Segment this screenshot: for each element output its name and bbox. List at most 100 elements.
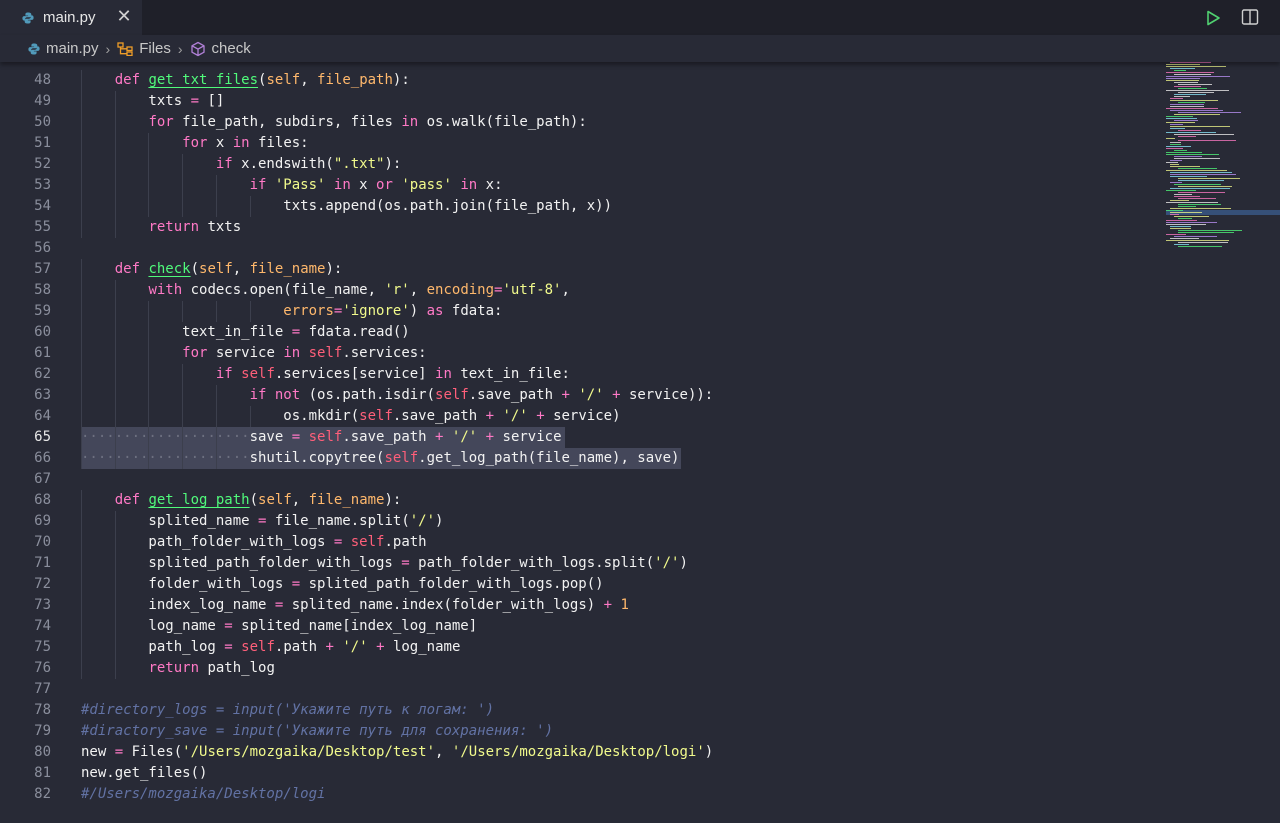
code-text: text_in_file = fdata.read() xyxy=(81,324,410,340)
line-number: 50 xyxy=(34,114,51,130)
code-line[interactable]: 82 #/Users/mozgaika/Desktop/logi xyxy=(0,784,1160,805)
code-text: #diractory_save = input('Укажите путь дл… xyxy=(81,723,554,739)
code-line[interactable]: 56 xyxy=(0,238,1160,259)
code-line[interactable]: 72 folder_with_logs = splited_path_folde… xyxy=(0,574,1160,595)
code-line[interactable]: 62 if self.services[service] in text_in_… xyxy=(0,364,1160,385)
code-line[interactable]: 60 text_in_file = fdata.read() xyxy=(0,322,1160,343)
code-line[interactable]: 52 if x.endswith(".txt"): xyxy=(0,154,1160,175)
minimap-line xyxy=(1178,140,1236,141)
code-line[interactable]: 78 #directory_logs = input('Укажите путь … xyxy=(0,700,1160,721)
python-file-icon xyxy=(28,43,40,54)
minimap-line xyxy=(1170,238,1199,239)
line-number: 64 xyxy=(34,408,51,424)
minimap-line xyxy=(1170,110,1223,111)
line-number: 71 xyxy=(34,555,51,571)
code-text: folder_with_logs = splited_path_folder_w… xyxy=(81,576,604,592)
minimap-line xyxy=(1170,62,1211,63)
minimap-line xyxy=(1178,180,1224,181)
code-line[interactable]: 69 splited_name = file_name.split('/') xyxy=(0,511,1160,532)
run-icon[interactable] xyxy=(1203,8,1223,28)
minimap-line xyxy=(1178,84,1212,85)
minimap-line xyxy=(1178,88,1207,89)
line-number: 48 xyxy=(34,72,51,88)
code-line[interactable]: 75 path_log = self.path + '/' + log_name xyxy=(0,637,1160,658)
breadcrumb-class[interactable]: Files xyxy=(117,40,171,57)
code-line[interactable]: 79 #diractory_save = input('Укажите путь … xyxy=(0,721,1160,742)
code-line[interactable]: 73 index_log_name = splited_name.index(f… xyxy=(0,595,1160,616)
code-line[interactable]: 66 ····················shutil.copytree(se… xyxy=(0,448,1160,469)
code-line[interactable]: 49 txts = [] xyxy=(0,91,1160,112)
code-line[interactable]: 63 if not (os.path.isdir(self.save_path … xyxy=(0,385,1160,406)
minimap-line xyxy=(1170,160,1182,161)
minimap-line xyxy=(1166,170,1227,171)
code-line[interactable]: 70 path_folder_with_logs = self.path xyxy=(0,532,1160,553)
line-number: 81 xyxy=(34,765,51,781)
minimap[interactable] xyxy=(1160,62,1260,262)
line-number: 73 xyxy=(34,597,51,613)
minimap-line xyxy=(1166,162,1178,163)
minimap-line xyxy=(1178,192,1225,193)
line-number: 51 xyxy=(34,135,51,151)
code-line[interactable]: 58 with codecs.open(file_name, 'r', enco… xyxy=(0,280,1160,301)
code-line[interactable]: 65 ····················save = self.save_p… xyxy=(0,427,1160,448)
minimap-line xyxy=(1170,172,1232,173)
minimap-line xyxy=(1178,136,1196,137)
code-line[interactable]: 74 log_name = splited_name[index_log_nam… xyxy=(0,616,1160,637)
code-line[interactable]: 59 errors='ignore') as fdata: xyxy=(0,301,1160,322)
code-text: splited_path_folder_with_logs = path_fol… xyxy=(81,555,688,571)
minimap-line xyxy=(1166,138,1175,139)
code-line[interactable]: 71 splited_path_folder_with_logs = path_… xyxy=(0,553,1160,574)
code-text: if self.services[service] in text_in_fil… xyxy=(215,366,570,382)
code-line[interactable]: 55 return txts xyxy=(0,217,1160,238)
minimap-line xyxy=(1178,198,1216,199)
line-number: 79 xyxy=(34,723,51,739)
code-line[interactable]: 61 for service in self.services: xyxy=(0,343,1160,364)
code-text: index_log_name = splited_name.index(fold… xyxy=(81,597,629,613)
minimap-line xyxy=(1178,92,1214,93)
tab-main-py[interactable]: main.py ✕ xyxy=(0,0,142,35)
code-line[interactable]: 67 xyxy=(0,469,1160,490)
minimap-line xyxy=(1170,68,1195,69)
code-line[interactable]: 64 os.mkdir(self.save_path + '/' + servi… xyxy=(0,406,1160,427)
code-text: def get_txt_files(self, file_path): xyxy=(114,72,410,88)
code-line[interactable]: 57 def check(self, file_name): xyxy=(0,259,1160,280)
code-text: new = Files('/Users/mozgaika/Desktop/tes… xyxy=(81,744,714,760)
code-line[interactable]: 54 txts.append(os.path.join(file_path, x… xyxy=(0,196,1160,217)
breadcrumb-separator: › xyxy=(105,40,111,57)
code-editor[interactable]: 48 def get_txt_files(self, file_path): 49… xyxy=(0,62,1160,823)
minimap-line xyxy=(1178,204,1221,205)
line-number: 69 xyxy=(34,513,51,529)
code-line[interactable]: 48 def get_txt_files(self, file_path): xyxy=(0,70,1160,91)
code-line[interactable]: 53 if 'Pass' in x or 'pass' in x: xyxy=(0,175,1160,196)
code-line[interactable]: 80 new = Files('/Users/mozgaika/Desktop/t… xyxy=(0,742,1160,763)
code-line[interactable]: 68 def get_log_path(self, file_name): xyxy=(0,490,1160,511)
minimap-line xyxy=(1166,122,1195,123)
minimap-line xyxy=(1166,90,1229,91)
code-line[interactable]: 51 for x in files: xyxy=(0,133,1160,154)
minimap-line xyxy=(1174,158,1220,159)
minimap-line xyxy=(1166,108,1218,109)
code-text: if x.endswith(".txt"): xyxy=(215,156,402,172)
split-editor-icon[interactable] xyxy=(1240,7,1260,27)
close-icon[interactable]: ✕ xyxy=(116,8,132,26)
minimap-line xyxy=(1174,96,1190,97)
minimap-line xyxy=(1166,118,1197,119)
code-line[interactable]: 50 for file_path, subdirs, files in os.w… xyxy=(0,112,1160,133)
method-cube-icon xyxy=(190,41,205,56)
minimap-line xyxy=(1170,226,1191,227)
breadcrumb-file[interactable]: main.py xyxy=(28,40,99,57)
code-line[interactable]: 76 return path_log xyxy=(0,658,1160,679)
line-number: 68 xyxy=(34,492,51,508)
code-text: ····················save = self.save_pat… xyxy=(81,429,570,445)
breadcrumb-method[interactable]: check xyxy=(190,40,251,57)
minimap-line xyxy=(1174,216,1209,217)
minimap-line xyxy=(1166,64,1200,65)
line-number: 75 xyxy=(34,639,51,655)
code-text: splited_name = file_name.split('/') xyxy=(81,513,444,529)
code-line[interactable]: 77 xyxy=(0,679,1160,700)
code-text: def check(self, file_name): xyxy=(114,261,343,277)
minimap-line xyxy=(1166,148,1183,149)
line-number: 60 xyxy=(34,324,51,340)
code-line[interactable]: 81 new.get_files() xyxy=(0,763,1160,784)
minimap-line xyxy=(1178,242,1228,243)
